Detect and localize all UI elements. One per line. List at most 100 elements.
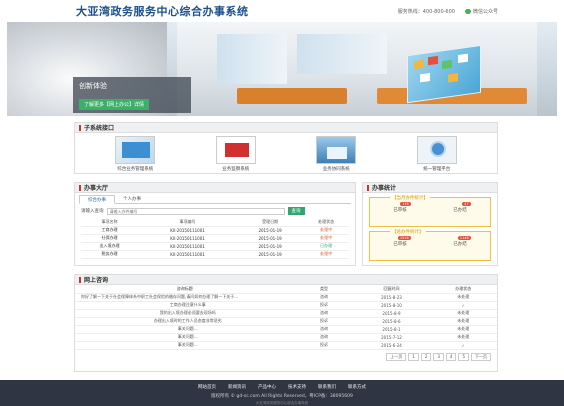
- table-row[interactable]: 工商办理注意什么事 投诉 2015-8-10 ✓: [75, 301, 497, 310]
- banner-hall-image: [177, 22, 537, 116]
- monthly-stat-title: 【当月办件统计】: [390, 195, 430, 201]
- page-2-button[interactable]: 2: [420, 352, 432, 361]
- column-header: 事项名称: [81, 218, 139, 227]
- search-button[interactable]: 查询: [287, 207, 305, 215]
- statistics-title: 办事统计: [372, 185, 397, 192]
- consult-title[interactable]: 事关问题...: [75, 333, 295, 342]
- stat-count-badge: 1516: [397, 236, 411, 240]
- footer-link-products[interactable]: 产品中心: [258, 384, 276, 390]
- footer-link-contact-info[interactable]: 联系方式: [348, 384, 366, 390]
- wechat-icon: [464, 8, 471, 14]
- stat-count-badge: 116: [400, 202, 411, 206]
- search-row: 请输入查询 查询: [81, 207, 349, 215]
- item-code: KX-20150111001: [138, 242, 237, 251]
- search-input[interactable]: [106, 207, 285, 215]
- column-header: 事项编号: [138, 218, 237, 227]
- consult-type: 咨询: [294, 309, 354, 318]
- total-stat-title: 【总办件统计】: [390, 229, 426, 235]
- item-status: 处理中: [303, 250, 349, 259]
- column-header: 类型: [294, 285, 354, 294]
- stat-count-badge: 47: [462, 202, 471, 206]
- copyright: 版权所有 © gd-sc.com All Rights Reserved，粤IC…: [211, 394, 353, 399]
- consult-type: 投诉: [294, 301, 354, 310]
- item-code: KX-20150111001: [138, 234, 237, 243]
- table-row[interactable]: 我的出入境办理必须要去现场吗 咨询 2015-8-9 未处理: [75, 309, 497, 318]
- table-row[interactable]: 你好了解一下关于社会保障体系中职工社会保险的缴存问题,请问如何办理了解一下关于.…: [75, 293, 497, 302]
- footer-link-home[interactable]: 网站首页: [198, 384, 216, 390]
- consult-status: 未处理: [429, 317, 497, 326]
- page-1-button[interactable]: 1: [408, 352, 419, 361]
- tab-general[interactable]: 综合办事: [79, 195, 115, 204]
- page-3-button[interactable]: 3: [433, 352, 444, 361]
- stat-count-badge: 1148: [457, 236, 471, 240]
- table-row[interactable]: 税务办理 KX-20150111001 2015-01-19 处理中: [81, 250, 349, 259]
- footer-link-support[interactable]: 技术支持: [288, 384, 306, 390]
- item-date: 2015-01-19: [236, 242, 304, 251]
- subsystems-title: 子系统接口: [84, 125, 115, 132]
- search-label: 请输入查询: [81, 209, 104, 214]
- stat-label: 已审核: [393, 242, 407, 247]
- subsystem-platform[interactable]: 统一管理平台: [402, 136, 472, 172]
- wechat-link[interactable]: 微信公众号: [464, 8, 498, 15]
- consultation-panel: 网上咨询 咨询标题 类型 回复时间 办理状态 你好了解一下关于社会保障体系中职工…: [74, 274, 498, 372]
- consult-date: 2015-8-9: [353, 309, 430, 318]
- subsystems-list: 综合业务管理系统 业务监察系统 业务协同系统 统一管理平台: [75, 133, 497, 175]
- subsystem-supervision-label: 业务监察系统: [222, 167, 250, 172]
- subsystem-business-image: [115, 136, 156, 164]
- monthly-stat-card: 【当月办件统计】 已审核 116 已办结 47: [369, 195, 491, 227]
- item-date: 2015-01-19: [236, 234, 304, 243]
- subsystem-platform-image: [416, 136, 457, 164]
- site-title: 大亚湾政务服务中心综合办事系统: [76, 5, 249, 18]
- table-row[interactable]: 事关问题... 咨询 2015-7-12 未处理: [75, 333, 497, 342]
- prev-page-button[interactable]: 上一页: [386, 352, 407, 361]
- consult-title[interactable]: 你好了解一下关于社会保障体系中职工社会保险的缴存问题,请问如何办理了解一下关于.…: [75, 293, 295, 302]
- next-page-button[interactable]: 下一页: [471, 352, 491, 361]
- consult-type: 咨询: [294, 293, 354, 302]
- consult-title[interactable]: 我的出入境办理必须要去现场吗: [75, 309, 295, 318]
- subsystem-collab-label: 业务协同系统: [322, 167, 350, 172]
- wechat-label: 微信公众号: [472, 8, 498, 15]
- consult-type: 咨询: [294, 333, 354, 342]
- header: 大亚湾政务服务中心综合办事系统 服务热线：400-800-600 微信公众号: [0, 0, 564, 22]
- monthly-reviewed: 已审核 116: [393, 202, 411, 213]
- subsystem-supervision-image: [215, 136, 256, 164]
- consult-status: 未处理: [429, 293, 497, 302]
- subsystem-collab[interactable]: 业务协同系统: [301, 136, 371, 172]
- table-row[interactable]: 社保办理 KX-20150111001 2015-01-19 处理中: [81, 234, 349, 243]
- tab-personal[interactable]: 个人办事: [115, 195, 149, 203]
- footer-link-news[interactable]: 新闻资讯: [228, 384, 246, 390]
- item-name: 税务办理: [81, 250, 139, 259]
- footer-link-contact[interactable]: 联系我们: [318, 384, 336, 390]
- consult-date: 2015-8-1: [353, 325, 430, 334]
- consult-title[interactable]: 事关问题...: [75, 325, 295, 334]
- banner-more-button[interactable]: 了解更多【网上办公】详情: [79, 99, 150, 110]
- column-header: 回复时间: [353, 285, 430, 294]
- table-row[interactable]: 事关问题... 投诉 2015-6-24 ✓: [75, 341, 497, 350]
- consult-status-check-icon: ✓: [429, 341, 497, 350]
- item-name: 工商办理: [81, 226, 139, 235]
- subsystem-business[interactable]: 综合业务管理系统: [100, 136, 170, 172]
- consultation-title: 网上咨询: [84, 277, 109, 284]
- item-date: 2015-01-19: [236, 226, 304, 235]
- service-hall-table: 事项名称 事项编号 受理日期 处理状态 工商办理 KX-20150111001 …: [81, 218, 349, 259]
- consult-title[interactable]: 事关问题...: [75, 341, 295, 350]
- column-header: 受理日期: [236, 218, 304, 227]
- footer-note: 大亚湾政务服务中心综合办事系统: [255, 401, 309, 405]
- page-4-button[interactable]: 4: [445, 352, 457, 361]
- item-name: 社保办理: [81, 234, 139, 243]
- total-stat-card: 【总办件统计】 已审核 1516 已办结 1148: [369, 229, 491, 261]
- subsystem-supervision[interactable]: 业务监察系统: [201, 136, 271, 172]
- subsystem-platform-label: 统一管理平台: [423, 167, 451, 172]
- page-5-button[interactable]: 5: [458, 352, 469, 361]
- consult-title[interactable]: 办理出入境时的工作人员态度非常恶劣: [75, 317, 295, 326]
- subsystems-panel: 子系统接口 综合业务管理系统 业务监察系统 业务协同系统 统一管理平台: [74, 122, 498, 174]
- table-row[interactable]: 事关问题... 咨询 2015-8-1 未处理: [75, 325, 497, 334]
- subsystem-collab-image: [316, 136, 357, 164]
- consult-title[interactable]: 工商办理注意什么事: [75, 301, 295, 310]
- stat-label: 已审核: [393, 208, 407, 213]
- banner-card-title: 创新体验: [79, 82, 107, 90]
- footer: 网站首页 新闻资讯 产品中心 技术支持 联系我们 联系方式 版权所有 © gd-…: [0, 380, 564, 406]
- table-row[interactable]: 工商办理 KX-20150111001 2015-01-19 处理中: [81, 226, 349, 235]
- table-row[interactable]: 办理出入境时的工作人员态度非常恶劣 投诉 2015-8-6 未处理: [75, 317, 497, 326]
- table-row[interactable]: 出入境办理 KX-20150111001 2015-01-19 已办理: [81, 242, 349, 251]
